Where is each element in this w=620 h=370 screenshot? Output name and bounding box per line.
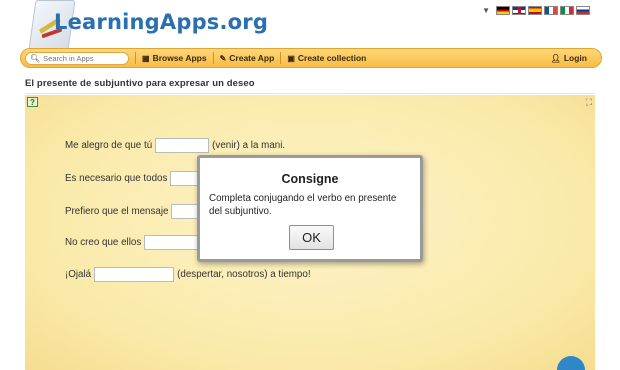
toolbar-separator — [212, 52, 214, 64]
flag-de-icon[interactable] — [496, 6, 510, 15]
flag-gb-icon[interactable] — [512, 6, 526, 15]
sentence-text: (despertar, nosotros) a tiempo! — [177, 269, 311, 280]
toolbar-separator — [280, 52, 282, 64]
instruction-dialog: Consigne Completa conjugando el verbo en… — [197, 155, 423, 262]
title-divider — [25, 93, 595, 94]
language-bar: ▼ — [482, 6, 590, 15]
login-button[interactable]: 👤︎ Login — [551, 53, 587, 63]
sentence-text: ¡Ojalá — [65, 269, 92, 280]
logo[interactable]: LearningApps.org — [22, 0, 268, 52]
sentence-row: Me alegro de que tú (venir) a la mani. — [65, 138, 285, 153]
language-dropdown-icon[interactable]: ▼ — [482, 6, 490, 15]
grid-icon: ▦ — [142, 53, 150, 63]
sentence-text: Prefiero que el mensaje — [65, 206, 169, 217]
sentence-row: No creo que ellos — [65, 235, 201, 250]
sentence-text: Me alegro de que tú — [65, 140, 153, 151]
browse-apps-label: Browse Apps — [152, 53, 207, 63]
create-app-label: Create App — [229, 53, 275, 63]
fullscreen-icon[interactable]: ⛶ — [586, 97, 592, 108]
answer-input[interactable] — [155, 138, 210, 153]
logo-text[interactable]: LearningApps.org — [54, 10, 268, 34]
create-collection-button[interactable]: ▣ Create collection — [287, 53, 366, 63]
dialog-title: Consigne — [281, 172, 339, 186]
user-icon: 👤︎ — [550, 53, 561, 63]
flag-fr-icon[interactable] — [544, 6, 558, 15]
sentence-text: (venir) a la mani. — [212, 140, 286, 151]
create-app-button[interactable]: ✎ Create App — [220, 53, 275, 63]
flag-es-icon[interactable] — [528, 6, 542, 15]
sentence-row: ¡Ojalá (despertar, nosotros) a tiempo! — [65, 267, 311, 282]
toolbar-separator — [135, 52, 136, 64]
scroll-button[interactable] — [557, 356, 585, 370]
sentence-text: No creo que ellos — [65, 237, 142, 248]
help-icon[interactable]: ? — [27, 97, 38, 107]
flag-it-icon[interactable] — [560, 6, 574, 15]
page-title: El presente de subjuntivo para expresar … — [25, 78, 255, 89]
sentence-text: Es necesario que todos — [65, 173, 168, 184]
search-icon: 🔍︎ — [30, 53, 41, 63]
search-box[interactable]: 🔍︎ — [25, 51, 129, 65]
dialog-body: Completa conjugando el verbo en presente… — [209, 193, 397, 217]
create-collection-label: Create collection — [297, 53, 367, 63]
collection-icon: ▣ — [287, 53, 295, 63]
pencil-icon: ✎ — [219, 53, 227, 63]
flag-ru-icon[interactable] — [576, 6, 590, 15]
browse-apps-button[interactable]: ▦ Browse Apps — [142, 53, 207, 63]
login-label: Login — [563, 53, 587, 63]
main-toolbar: 🔍︎ ▦ Browse Apps ✎ Create App ▣ Create c… — [20, 48, 602, 68]
ok-button[interactable]: OK — [289, 225, 334, 250]
search-input[interactable] — [43, 53, 126, 63]
answer-input[interactable] — [144, 235, 199, 250]
answer-input[interactable] — [94, 267, 175, 282]
